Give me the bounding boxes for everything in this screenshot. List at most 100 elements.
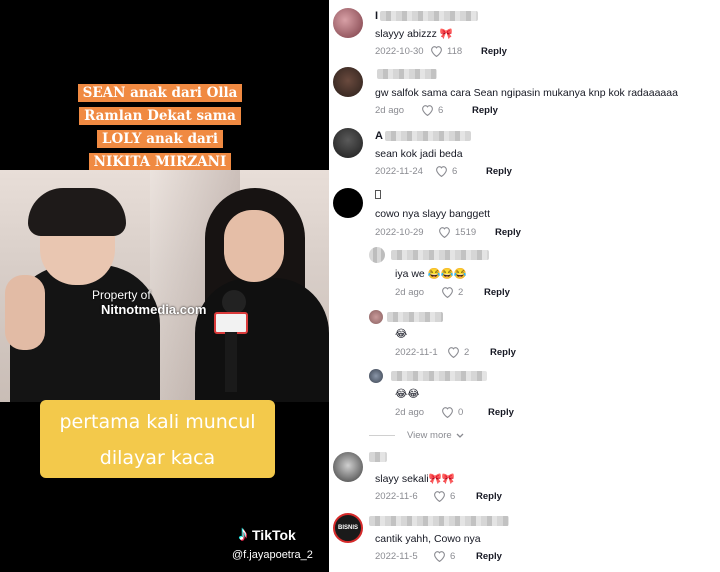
overlay-title-line: NIKITA MIRZANI bbox=[88, 153, 232, 171]
like-count: 2 bbox=[464, 346, 470, 358]
blurred-username bbox=[369, 516, 509, 526]
reply-button[interactable]: Reply bbox=[484, 287, 510, 298]
blurred-username bbox=[387, 312, 443, 322]
comment-meta: 2022-11-6 6 Reply bbox=[375, 490, 502, 502]
comment-username[interactable] bbox=[387, 312, 443, 322]
like-count: 1519 bbox=[455, 226, 477, 238]
blurred-username bbox=[369, 452, 387, 462]
microphone bbox=[222, 290, 246, 314]
watermark-property: Property of bbox=[92, 288, 151, 302]
tiktok-logo: ♪ TikTok bbox=[238, 523, 296, 546]
avatar[interactable] bbox=[333, 67, 363, 97]
heart-icon[interactable] bbox=[441, 406, 454, 418]
reply-button[interactable]: Reply bbox=[495, 227, 521, 238]
heart-icon[interactable] bbox=[447, 346, 460, 358]
comment-text: cowo nya slayy banggett bbox=[375, 208, 490, 220]
video-player[interactable]: SEAN anak dari Olla Ramlan Dekat sama LO… bbox=[0, 0, 329, 572]
comment-text: iya we 😂😂😂 bbox=[395, 267, 467, 280]
avatar[interactable] bbox=[369, 310, 383, 324]
like-count: 6 bbox=[450, 490, 456, 502]
view-more-replies[interactable]: View more bbox=[369, 430, 464, 441]
avatar[interactable] bbox=[333, 188, 363, 218]
like-count: 6 bbox=[438, 104, 444, 116]
blurred-username bbox=[391, 371, 487, 381]
heart-icon[interactable] bbox=[435, 165, 448, 177]
reply-button[interactable]: Reply bbox=[476, 491, 502, 502]
reply-text: 😂 bbox=[395, 328, 408, 340]
microphone-handle bbox=[225, 332, 237, 392]
avatar[interactable] bbox=[369, 369, 383, 383]
comment-meta: 2d ago 6 Reply bbox=[375, 104, 498, 116]
avatar[interactable] bbox=[333, 8, 363, 38]
comments-panel[interactable]: I slayyy abizzz 🎀 2022-10-30 118 Reply g… bbox=[329, 0, 720, 572]
heart-icon[interactable] bbox=[441, 286, 454, 298]
heart-icon[interactable] bbox=[433, 550, 446, 562]
overlay-title: SEAN anak dari Olla Ramlan Dekat sama LO… bbox=[71, 82, 249, 174]
username-initial: A bbox=[375, 130, 383, 142]
comment-text: slayy sekali🎀🎀 bbox=[375, 473, 455, 485]
comment-text: sean kok jadi beda bbox=[375, 148, 463, 160]
comment-meta: 2d ago 0 Reply bbox=[395, 406, 514, 418]
person-right-face bbox=[224, 210, 284, 282]
blurred-username bbox=[377, 69, 437, 79]
blurred-username bbox=[391, 250, 489, 260]
tiktok-note-icon: ♪ bbox=[238, 523, 248, 545]
comment-date: 2d ago bbox=[375, 104, 405, 116]
avatar[interactable] bbox=[333, 452, 363, 482]
reply-button[interactable]: Reply bbox=[476, 551, 502, 562]
view-more-divider bbox=[369, 435, 395, 436]
comment-username[interactable] bbox=[375, 69, 437, 79]
overlay-title-line: LOLY anak dari bbox=[96, 130, 223, 148]
reply-button[interactable]: Reply bbox=[481, 46, 507, 57]
comment-meta: 2022-11-24 6 Reply bbox=[375, 165, 512, 177]
comment-username[interactable] bbox=[391, 371, 487, 381]
person-left-hair bbox=[28, 188, 126, 236]
heart-icon[interactable] bbox=[430, 45, 443, 57]
microphone-flag bbox=[214, 312, 248, 334]
caption-line: dilayar kaca bbox=[99, 447, 216, 469]
reply-text: iya we 😂😂😂 bbox=[395, 268, 467, 280]
heart-icon[interactable] bbox=[438, 226, 451, 238]
comment-date: 2022-11-24 bbox=[375, 165, 423, 177]
heart-icon[interactable] bbox=[421, 104, 434, 116]
person-right-body bbox=[195, 278, 329, 402]
heart-icon[interactable] bbox=[433, 490, 446, 502]
comment-username[interactable] bbox=[369, 452, 387, 462]
comment-date: 2022-10-30 bbox=[375, 45, 424, 57]
comment-meta: 2022-10-30 118 Reply bbox=[375, 45, 507, 57]
like-count: 6 bbox=[452, 165, 458, 177]
avatar[interactable] bbox=[369, 247, 385, 263]
reply-text: 😂😂 bbox=[395, 388, 420, 400]
comment-meta: 2022-11-1 2 Reply bbox=[395, 346, 516, 358]
avatar[interactable]: BISNIS bbox=[333, 513, 363, 543]
like-count: 0 bbox=[458, 406, 464, 418]
reply-button[interactable]: Reply bbox=[488, 407, 514, 418]
comment-username[interactable]: A bbox=[375, 130, 471, 142]
avatar[interactable] bbox=[333, 128, 363, 158]
overlay-title-line: SEAN anak dari Olla bbox=[77, 84, 243, 102]
blurred-username bbox=[384, 131, 471, 141]
comment-username[interactable]: I bbox=[375, 10, 479, 22]
caption-line: pertama kali muncul bbox=[59, 411, 256, 433]
username-initial: I bbox=[375, 10, 379, 22]
comment-username[interactable] bbox=[375, 190, 381, 199]
comment-text: slayyy abizzz 🎀 bbox=[375, 28, 453, 40]
creator-handle: @f.jayapoetra_2 bbox=[232, 549, 313, 561]
like-count: 6 bbox=[450, 550, 456, 562]
like-count: 2 bbox=[458, 286, 464, 298]
comment-text: 😂😂 bbox=[395, 388, 420, 400]
like-count: 118 bbox=[447, 45, 463, 57]
comment-date: 2022-11-1 bbox=[395, 346, 438, 358]
reply-button[interactable]: Reply bbox=[486, 166, 512, 177]
comment-text: 😂 bbox=[395, 328, 407, 340]
username-placeholder-box bbox=[375, 190, 381, 199]
comment-meta: 2d ago 2 Reply bbox=[395, 286, 510, 298]
reply-button[interactable]: Reply bbox=[490, 347, 516, 358]
comment-username[interactable] bbox=[369, 516, 509, 526]
comment-date: 2022-10-29 bbox=[375, 226, 424, 238]
caption-box: pertama kali muncul dilayar kaca bbox=[40, 400, 275, 478]
comment-username[interactable] bbox=[391, 250, 489, 260]
watermark-site: Nitnotmedia.com bbox=[101, 302, 207, 317]
reply-button[interactable]: Reply bbox=[472, 105, 498, 116]
tiktok-wordmark: TikTok bbox=[252, 526, 296, 543]
